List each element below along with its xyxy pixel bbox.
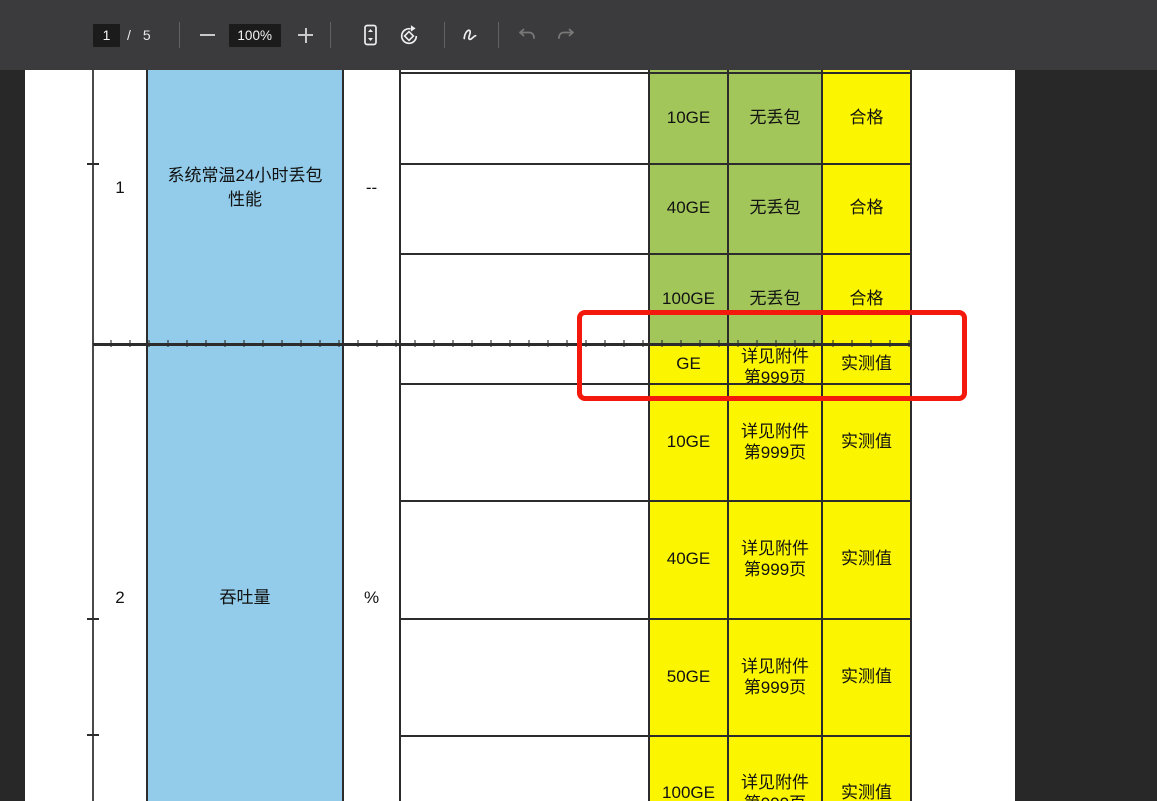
pdf-viewer: 1 / 5 100% 1 系统常温24小时丢包性能 -- 10GE 无丢包 合格… — [0, 0, 1157, 801]
pdf-toolbar: 1 / 5 100% — [0, 0, 1157, 70]
row2-sub5-speed: 100GE — [662, 782, 715, 801]
row1-requirement-cell — [400, 72, 649, 344]
row2-sub3-verdict: 实测值 — [841, 549, 892, 568]
row1-unit-cell: -- — [365, 178, 378, 197]
rotate-button[interactable] — [396, 22, 422, 48]
page-separator: / — [127, 27, 131, 43]
row2-sub3-speed: 40GE — [666, 549, 711, 568]
plus-icon — [298, 27, 314, 43]
draw-squiggle-icon — [463, 29, 477, 41]
toolbar-divider — [329, 22, 331, 48]
undo-button[interactable] — [514, 22, 540, 48]
fit-to-page-icon — [363, 24, 377, 46]
row1-index-cell: 1 — [115, 178, 125, 197]
row1-sub2-speed: 40GE — [666, 198, 711, 217]
row2-sub4-result: 详见附件第999页 — [728, 618, 822, 735]
row1-sub1-speed: 10GE — [666, 107, 711, 127]
row2-requirement-cell — [400, 344, 649, 801]
row1-name-text: 系统常温24小时丢包性能 — [167, 166, 323, 209]
row1-name-cell: 系统常温24小时丢包性能 — [147, 70, 343, 344]
row2-sub4-verdict: 实测值 — [841, 666, 892, 686]
row2-sub5-result: 详见附件第999页 — [728, 735, 822, 801]
red-annotation-rectangle — [577, 310, 967, 401]
toolbar-divider — [497, 22, 499, 48]
row2-sub2-result-text: 详见附件第999页 — [741, 421, 809, 462]
page-number-input[interactable]: 1 — [93, 23, 120, 47]
redo-arrow-icon — [557, 28, 574, 39]
fit-page-button[interactable] — [357, 22, 383, 48]
row2-sub3-result: 详见附件第999页 — [728, 500, 822, 618]
row2-name-text: 吞吐量 — [219, 588, 271, 607]
row1-sub2-verdict: 合格 — [849, 198, 884, 217]
pdf-page: 1 系统常温24小时丢包性能 -- 10GE 无丢包 合格 40GE 无丢包 合… — [25, 70, 1015, 801]
row1-sub1-result: 无丢包 — [749, 107, 801, 127]
toolbar-divider — [443, 22, 445, 48]
redo-button[interactable] — [553, 22, 579, 48]
row2-name-cell: 吞吐量 — [147, 344, 343, 801]
row2-sub4-result-text: 详见附件第999页 — [741, 656, 809, 697]
row2-sub4-speed: 50GE — [666, 666, 711, 686]
row2-index-cell: 2 — [115, 588, 125, 607]
toolbar-divider — [178, 22, 180, 48]
row2-sub3-result-text: 详见附件第999页 — [741, 539, 809, 579]
minus-icon — [200, 34, 216, 36]
zoom-level[interactable]: 100% — [228, 23, 281, 47]
zoom-in-button[interactable] — [293, 22, 319, 48]
page-count: 5 — [142, 27, 151, 43]
row2-unit-cell: % — [363, 588, 380, 607]
undo-arrow-icon — [518, 28, 535, 39]
row2-sub5-result-text: 详见附件第999页 — [741, 772, 809, 801]
annotate-button[interactable] — [459, 22, 485, 48]
row2-sub5-verdict: 实测值 — [841, 782, 892, 801]
zoom-out-button[interactable] — [195, 22, 221, 48]
rotate-counterclockwise-icon — [401, 24, 418, 44]
row1-sub2-result: 无丢包 — [749, 198, 801, 217]
row1-sub1-verdict: 合格 — [849, 107, 884, 127]
